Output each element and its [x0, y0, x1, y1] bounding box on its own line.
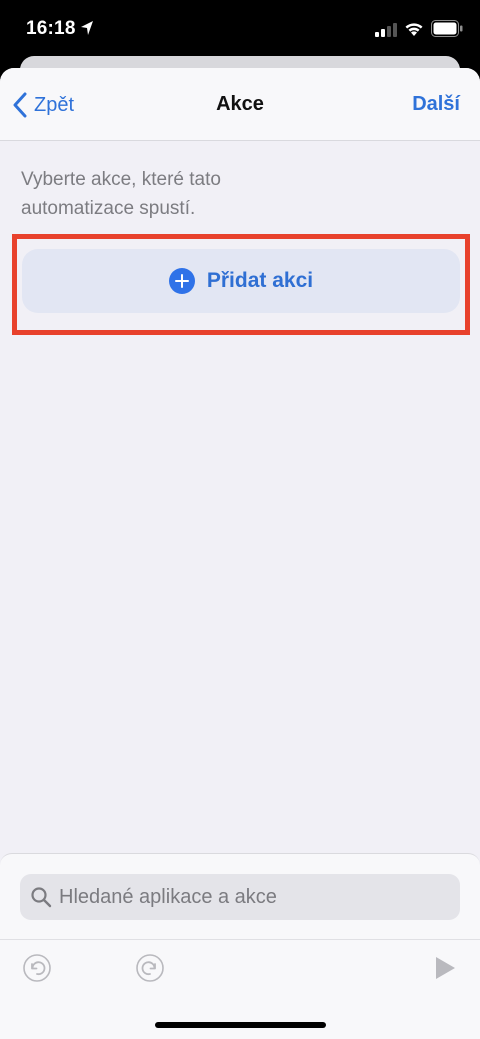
search-placeholder: Hledané aplikace a akce — [59, 885, 277, 908]
action-search-panel: Hledané aplikace a akce — [0, 853, 480, 1039]
location-arrow-icon — [81, 21, 93, 35]
status-time: 16:18 — [26, 18, 76, 39]
home-indicator — [155, 1022, 326, 1028]
battery-icon — [431, 20, 463, 37]
instruction-text: Vyberte akce, které tato automatizace sp… — [21, 169, 221, 219]
search-input[interactable]: Hledané aplikace a akce — [20, 874, 460, 920]
play-icon[interactable] — [432, 955, 458, 981]
add-action-label: Přidat akci — [206, 269, 314, 292]
toolbar-divider — [0, 939, 480, 940]
magnifying-glass-icon — [31, 887, 52, 908]
wifi-icon — [405, 23, 423, 36]
navigation-bar: Zpět Akce Další — [0, 68, 480, 141]
redo-icon[interactable] — [135, 953, 165, 983]
status-bar: 16:18 — [0, 0, 480, 56]
actions-sheet: Zpět Akce Další Vyberte akce, které tato… — [0, 68, 480, 1039]
page-title: Akce — [216, 93, 264, 115]
undo-icon[interactable] — [22, 953, 52, 983]
next-button[interactable]: Další — [412, 93, 460, 116]
cellular-signal-icon — [375, 23, 397, 37]
add-action-button[interactable]: Přidat akci — [22, 249, 460, 313]
plus-circle-icon — [168, 268, 195, 294]
